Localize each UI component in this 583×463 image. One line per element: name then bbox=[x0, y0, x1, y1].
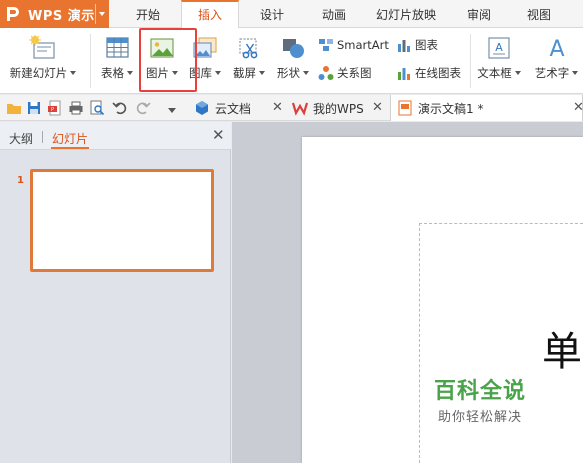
tab-animation[interactable]: 动画 bbox=[310, 0, 358, 28]
tab-view[interactable]: 视图 bbox=[515, 0, 563, 28]
online-chart-icon bbox=[396, 65, 412, 81]
screenshot-button[interactable]: 截屏 bbox=[228, 28, 270, 92]
chevron-down-icon bbox=[127, 71, 133, 75]
cloud-doc-icon bbox=[194, 100, 210, 116]
slides-panel-header: 大纲 幻灯片 ✕ bbox=[0, 122, 231, 150]
close-icon[interactable]: ✕ bbox=[372, 101, 383, 115]
new-slide-label: 新建幻灯片 bbox=[9, 66, 68, 80]
tab-outline[interactable]: 大纲 bbox=[9, 130, 33, 147]
smartart-icon bbox=[318, 37, 334, 53]
doc-tab-label: 云文档 bbox=[215, 101, 252, 116]
online-chart-label: 在线图表 bbox=[415, 66, 461, 80]
chevron-down-icon bbox=[259, 71, 265, 75]
pdf-export-icon[interactable]: P bbox=[47, 100, 63, 116]
chart-label: 图表 bbox=[415, 38, 438, 52]
ribbon-insert: 新建幻灯片 表格 图片 图库 截屏 形状 SmartArt 关系图 图表 在线图… bbox=[0, 28, 583, 94]
new-slide-button[interactable]: 新建幻灯片 bbox=[4, 28, 82, 92]
doc-tab-presentation[interactable]: 演示文稿1 * bbox=[390, 95, 583, 121]
app-name: WPS 演示 bbox=[28, 8, 95, 24]
tab-divider bbox=[42, 131, 43, 143]
wps-w-icon bbox=[291, 100, 309, 116]
chevron-down-icon[interactable] bbox=[99, 12, 105, 16]
wordart-button[interactable]: A 艺术字 bbox=[530, 28, 583, 92]
close-icon[interactable]: ✕ bbox=[212, 128, 225, 143]
tab-slides[interactable]: 幻灯片 bbox=[52, 130, 88, 147]
ribbon-separator bbox=[90, 34, 91, 88]
app-menu-button[interactable]: WPS 演示 bbox=[0, 0, 109, 28]
picture-button-highlight bbox=[139, 28, 197, 92]
watermark-title: 百科全说 bbox=[433, 379, 526, 404]
svg-text:A: A bbox=[549, 37, 564, 61]
textbox-label: 文本框 bbox=[477, 66, 512, 80]
screenshot-label: 截屏 bbox=[233, 66, 256, 80]
redo-icon[interactable] bbox=[135, 100, 151, 116]
online-chart-button[interactable]: 在线图表 bbox=[396, 63, 461, 83]
watermark: 百科全说 助你轻松解决 bbox=[420, 378, 540, 438]
slide-title-text: 单 bbox=[542, 329, 582, 375]
chart-button[interactable]: 图表 bbox=[396, 35, 438, 55]
tab-insert[interactable]: 插入 bbox=[181, 0, 239, 29]
chevron-down-icon bbox=[572, 71, 579, 75]
save-icon[interactable] bbox=[26, 100, 42, 116]
smartart-button[interactable]: SmartArt bbox=[318, 35, 389, 55]
slides-panel: 大纲 幻灯片 ✕ 1 bbox=[0, 122, 231, 463]
shape-label: 形状 bbox=[277, 66, 300, 80]
print-icon[interactable] bbox=[68, 100, 84, 116]
relation-label: 关系图 bbox=[337, 66, 372, 80]
textbox-button[interactable]: A 文本框 bbox=[473, 28, 525, 92]
bar-chart-icon bbox=[396, 37, 412, 53]
scissors-icon bbox=[235, 35, 263, 61]
chevron-down-icon bbox=[303, 71, 309, 75]
shape-button[interactable]: 形状 bbox=[272, 28, 314, 92]
close-icon[interactable]: ✕ bbox=[272, 101, 283, 115]
new-slide-icon bbox=[29, 34, 57, 61]
chevron-down-icon bbox=[70, 71, 77, 75]
chevron-down-icon bbox=[215, 71, 221, 75]
wordart-label: 艺术字 bbox=[534, 66, 570, 80]
doc-tab-label: 我的WPS bbox=[313, 101, 364, 116]
print-preview-icon[interactable] bbox=[89, 100, 105, 116]
slide-thumbnail[interactable] bbox=[30, 169, 214, 272]
tab-review[interactable]: 审阅 bbox=[455, 0, 503, 28]
table-icon bbox=[103, 35, 131, 61]
presentation-file-icon bbox=[397, 100, 413, 116]
doc-tab-label: 演示文稿1 * bbox=[418, 101, 484, 116]
chevron-down-icon bbox=[514, 71, 521, 75]
wordart-icon: A bbox=[543, 35, 571, 62]
wps-logo-icon bbox=[4, 4, 24, 24]
relation-icon bbox=[318, 65, 334, 81]
table-button[interactable]: 表格 bbox=[96, 28, 138, 92]
active-tab-underline bbox=[51, 147, 89, 149]
close-icon[interactable]: ✕ bbox=[573, 101, 583, 115]
relation-chart-button[interactable]: 关系图 bbox=[318, 63, 372, 83]
smartart-label: SmartArt bbox=[337, 38, 389, 52]
tab-start[interactable]: 开始 bbox=[124, 0, 172, 28]
svg-text:A: A bbox=[495, 41, 503, 54]
slide-number: 1 bbox=[17, 175, 24, 186]
open-folder-icon[interactable] bbox=[6, 100, 22, 116]
textbox-icon: A bbox=[485, 35, 513, 61]
shape-icon bbox=[279, 35, 307, 61]
tab-slideshow[interactable]: 幻灯片放映 bbox=[370, 0, 442, 28]
quick-access-toolbar: P 云文档 ✕ 我的WPS ✕ 演示文稿1 * ✕ bbox=[0, 95, 583, 121]
ribbon-separator bbox=[470, 34, 471, 88]
app-menu-separator bbox=[95, 4, 96, 24]
table-label: 表格 bbox=[101, 66, 124, 80]
watermark-subtitle: 助你轻松解决 bbox=[437, 410, 522, 425]
chevron-down-icon[interactable] bbox=[167, 104, 177, 113]
svg-text:P: P bbox=[51, 107, 54, 113]
menu-tab-bar: WPS 演示 开始 插入 设计 动画 幻灯片放映 审阅 视图 bbox=[0, 0, 583, 29]
tab-design[interactable]: 设计 bbox=[248, 0, 296, 28]
undo-icon[interactable] bbox=[112, 100, 128, 116]
